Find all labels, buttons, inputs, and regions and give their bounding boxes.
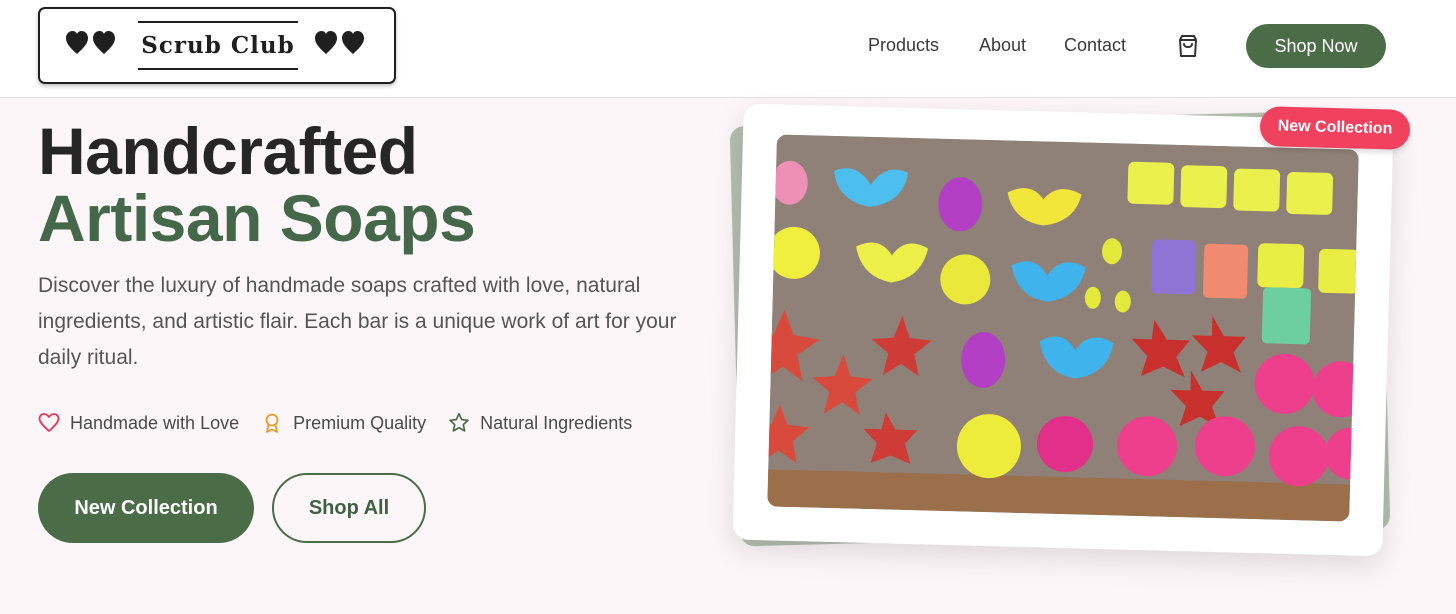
- feature-list: Handmade with Love Premium Quality Natur…: [38, 412, 632, 434]
- brand-name: Scrub Club: [138, 21, 298, 70]
- nav-about-link[interactable]: About: [979, 35, 1026, 56]
- heart-icon: [315, 31, 364, 54]
- hero-description: Discover the luxury of handmade soaps cr…: [38, 274, 677, 369]
- logo-hearts-left: [66, 31, 118, 57]
- new-collection-badge: New Collection: [1259, 106, 1411, 150]
- logo-hearts-right: [315, 31, 367, 57]
- award-icon: [265, 413, 279, 433]
- shop-all-button[interactable]: Shop All: [272, 473, 426, 543]
- soap-photo-illustration: [767, 134, 1359, 522]
- nav-contact-link[interactable]: Contact: [1064, 35, 1126, 56]
- image-card: [732, 103, 1394, 557]
- soap-collection-image: [767, 134, 1359, 522]
- shopping-bag-icon[interactable]: [1175, 33, 1201, 59]
- star-icon: [449, 412, 469, 432]
- nav-products-link[interactable]: Products: [868, 35, 939, 56]
- heart-icon: [38, 413, 60, 432]
- feature-natural: Natural Ingredients: [448, 412, 632, 434]
- feature-label: Handmade with Love: [70, 412, 240, 433]
- brand-logo[interactable]: Scrub Club: [38, 7, 396, 84]
- feature-label: Natural Ingredients: [480, 412, 633, 433]
- new-collection-button[interactable]: New Collection: [38, 473, 254, 543]
- feature-handmade: Handmade with Love: [38, 412, 239, 434]
- hero-title-line1: Handcrafted: [38, 114, 418, 188]
- site-header: Scrub Club Products About Contact Shop N…: [0, 0, 1456, 98]
- hero-title-line2: Artisan Soaps: [38, 181, 476, 255]
- feature-label: Premium Quality: [293, 412, 427, 433]
- feature-quality: Premium Quality: [261, 412, 426, 434]
- heart-icon: [66, 31, 115, 54]
- shop-now-button[interactable]: Shop Now: [1246, 24, 1386, 68]
